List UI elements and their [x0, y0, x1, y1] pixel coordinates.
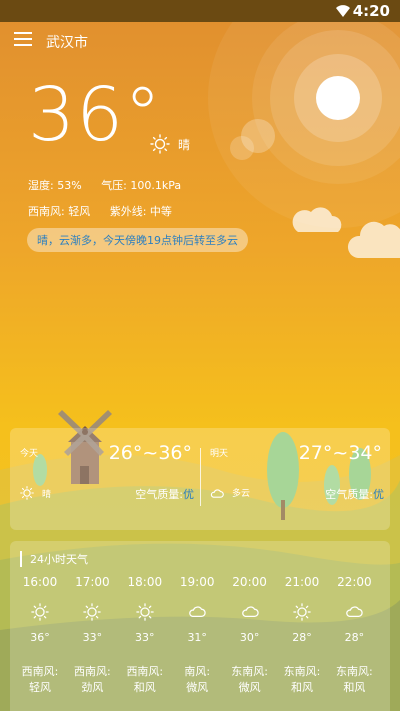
hourly-item: 20:00 30° 东南风: 微风	[224, 575, 276, 696]
today-condition: 晴	[20, 486, 51, 500]
hour-time: 18:00	[127, 575, 163, 589]
hour-time: 22:00	[337, 575, 372, 589]
hourly-title: 24小时天气	[20, 551, 88, 567]
hour-wind-level: 微风	[186, 681, 209, 694]
hour-temp: 30°	[239, 631, 260, 644]
hour-time: 17:00	[75, 575, 110, 589]
hour-time: 20:00	[232, 575, 267, 589]
hour-wind-direction: 东南风:	[336, 665, 373, 678]
current-condition: 晴	[150, 134, 190, 154]
hour-temp: 31°	[187, 631, 207, 644]
today-air-quality: 空气质量:优	[135, 486, 194, 502]
hour-time: 21:00	[284, 575, 320, 589]
forecast-card: 今天 26°~36° 晴 空气质量:优 明天 27°~34° 多云 空气质量:优	[10, 428, 390, 530]
tomorrow-label: 明天	[210, 449, 229, 459]
hourly-item: 17:00 33° 西南风: 劲风	[66, 575, 118, 696]
today-forecast[interactable]: 今天 26°~36° 晴 空气质量:优	[10, 428, 200, 530]
wind-text: 西南风: 轻风	[28, 205, 91, 218]
condition-text: 晴	[178, 137, 191, 152]
hourly-forecast[interactable]: 24小时天气 16:00 36° 西南风: 轻风 17:00 33° 西南风: 劲风 18:00…	[10, 541, 390, 711]
cloud-icon	[171, 603, 223, 625]
hour-wind-level: 和风	[343, 681, 366, 694]
tomorrow-air-quality: 空气质量:优	[325, 486, 384, 502]
today-condition-text: 晴	[42, 489, 52, 500]
tomorrow-condition: 多云	[210, 486, 250, 499]
air-quality-label: 空气质量:	[325, 488, 373, 501]
hourly-item: 16:00 36° 西南风: 轻风	[14, 575, 66, 696]
sun-icon	[150, 134, 170, 154]
hour-wind: 西南风: 劲风	[66, 664, 118, 696]
hour-wind-direction: 西南风:	[74, 665, 111, 678]
hour-wind: 南风: 微风	[171, 664, 223, 696]
info-row-1: 湿度: 53% 气压: 100.1kPa	[28, 177, 197, 193]
city-name[interactable]: 武汉市	[46, 32, 88, 52]
hour-wind-direction: 东南风:	[283, 665, 321, 678]
tomorrow-forecast[interactable]: 明天 27°~34° 多云 空气质量:优	[200, 428, 390, 530]
info-row-2: 西南风: 轻风 紫外线: 中等	[28, 203, 188, 219]
hour-temp: 28°	[344, 631, 365, 644]
uv-text: 紫外线: 中等	[109, 205, 172, 218]
pressure-text: 气压: 100.1kPa	[101, 179, 182, 192]
hourly-item: 22:00 28° 东南风: 和风	[328, 575, 380, 696]
cloud-icon	[210, 488, 224, 498]
hourly-item: 19:00 31° 南风: 微风	[171, 575, 223, 696]
hour-wind: 西南风: 轻风	[14, 664, 66, 696]
status-bar: 4:20	[0, 0, 400, 22]
hourly-item: 21:00 28° 东南风: 和风	[276, 575, 328, 696]
hour-wind: 东南风: 微风	[224, 664, 276, 696]
cloud-icon	[328, 603, 380, 625]
hour-temp: 28°	[292, 631, 312, 644]
status-time: 4:20	[352, 2, 390, 20]
hour-wind-direction: 南风:	[184, 665, 211, 678]
sun-icon	[14, 603, 66, 625]
cloud-icon	[224, 603, 276, 625]
top-app-bar: 武汉市	[0, 22, 400, 60]
sun-icon	[20, 486, 34, 500]
menu-button[interactable]	[14, 32, 32, 48]
hour-wind-level: 轻风	[29, 681, 51, 694]
hour-wind-direction: 西南风:	[21, 665, 59, 678]
air-quality-value: 优	[373, 488, 384, 501]
hour-wind: 东南风: 和风	[328, 664, 380, 696]
air-quality-value: 优	[183, 488, 194, 501]
sun-icon	[276, 603, 328, 625]
hour-time: 19:00	[179, 575, 215, 589]
hour-wind: 西南风: 和风	[119, 664, 171, 696]
hour-wind-level: 劲风	[81, 681, 104, 694]
hour-wind-direction: 西南风:	[126, 665, 164, 678]
hour-wind-level: 微风	[238, 681, 261, 694]
wifi-icon	[336, 5, 350, 17]
tomorrow-condition-text: 多云	[232, 489, 251, 499]
weather-tip: 晴，云渐多，今天傍晚19点钟后转至多云	[27, 228, 248, 252]
today-range: 26°~36°	[108, 442, 192, 464]
hour-temp: 33°	[82, 631, 103, 644]
hour-temp: 33°	[135, 631, 155, 644]
hour-wind-direction: 东南风:	[231, 665, 268, 678]
hour-time: 16:00	[22, 575, 58, 589]
hour-temp: 36°	[30, 631, 50, 644]
air-quality-label: 空气质量:	[135, 488, 183, 501]
hourly-item: 18:00 33° 西南风: 和风	[119, 575, 171, 696]
hour-wind-level: 和风	[133, 681, 156, 694]
current-temperature: 36°	[28, 72, 163, 158]
hour-wind-level: 和风	[291, 681, 313, 694]
sun-icon	[66, 603, 118, 625]
tomorrow-range: 27°~34°	[298, 442, 382, 464]
today-label: 今天	[20, 449, 39, 459]
sun-icon	[119, 603, 171, 625]
humidity-text: 湿度: 53%	[28, 179, 82, 192]
hour-wind: 东南风: 和风	[276, 664, 328, 696]
